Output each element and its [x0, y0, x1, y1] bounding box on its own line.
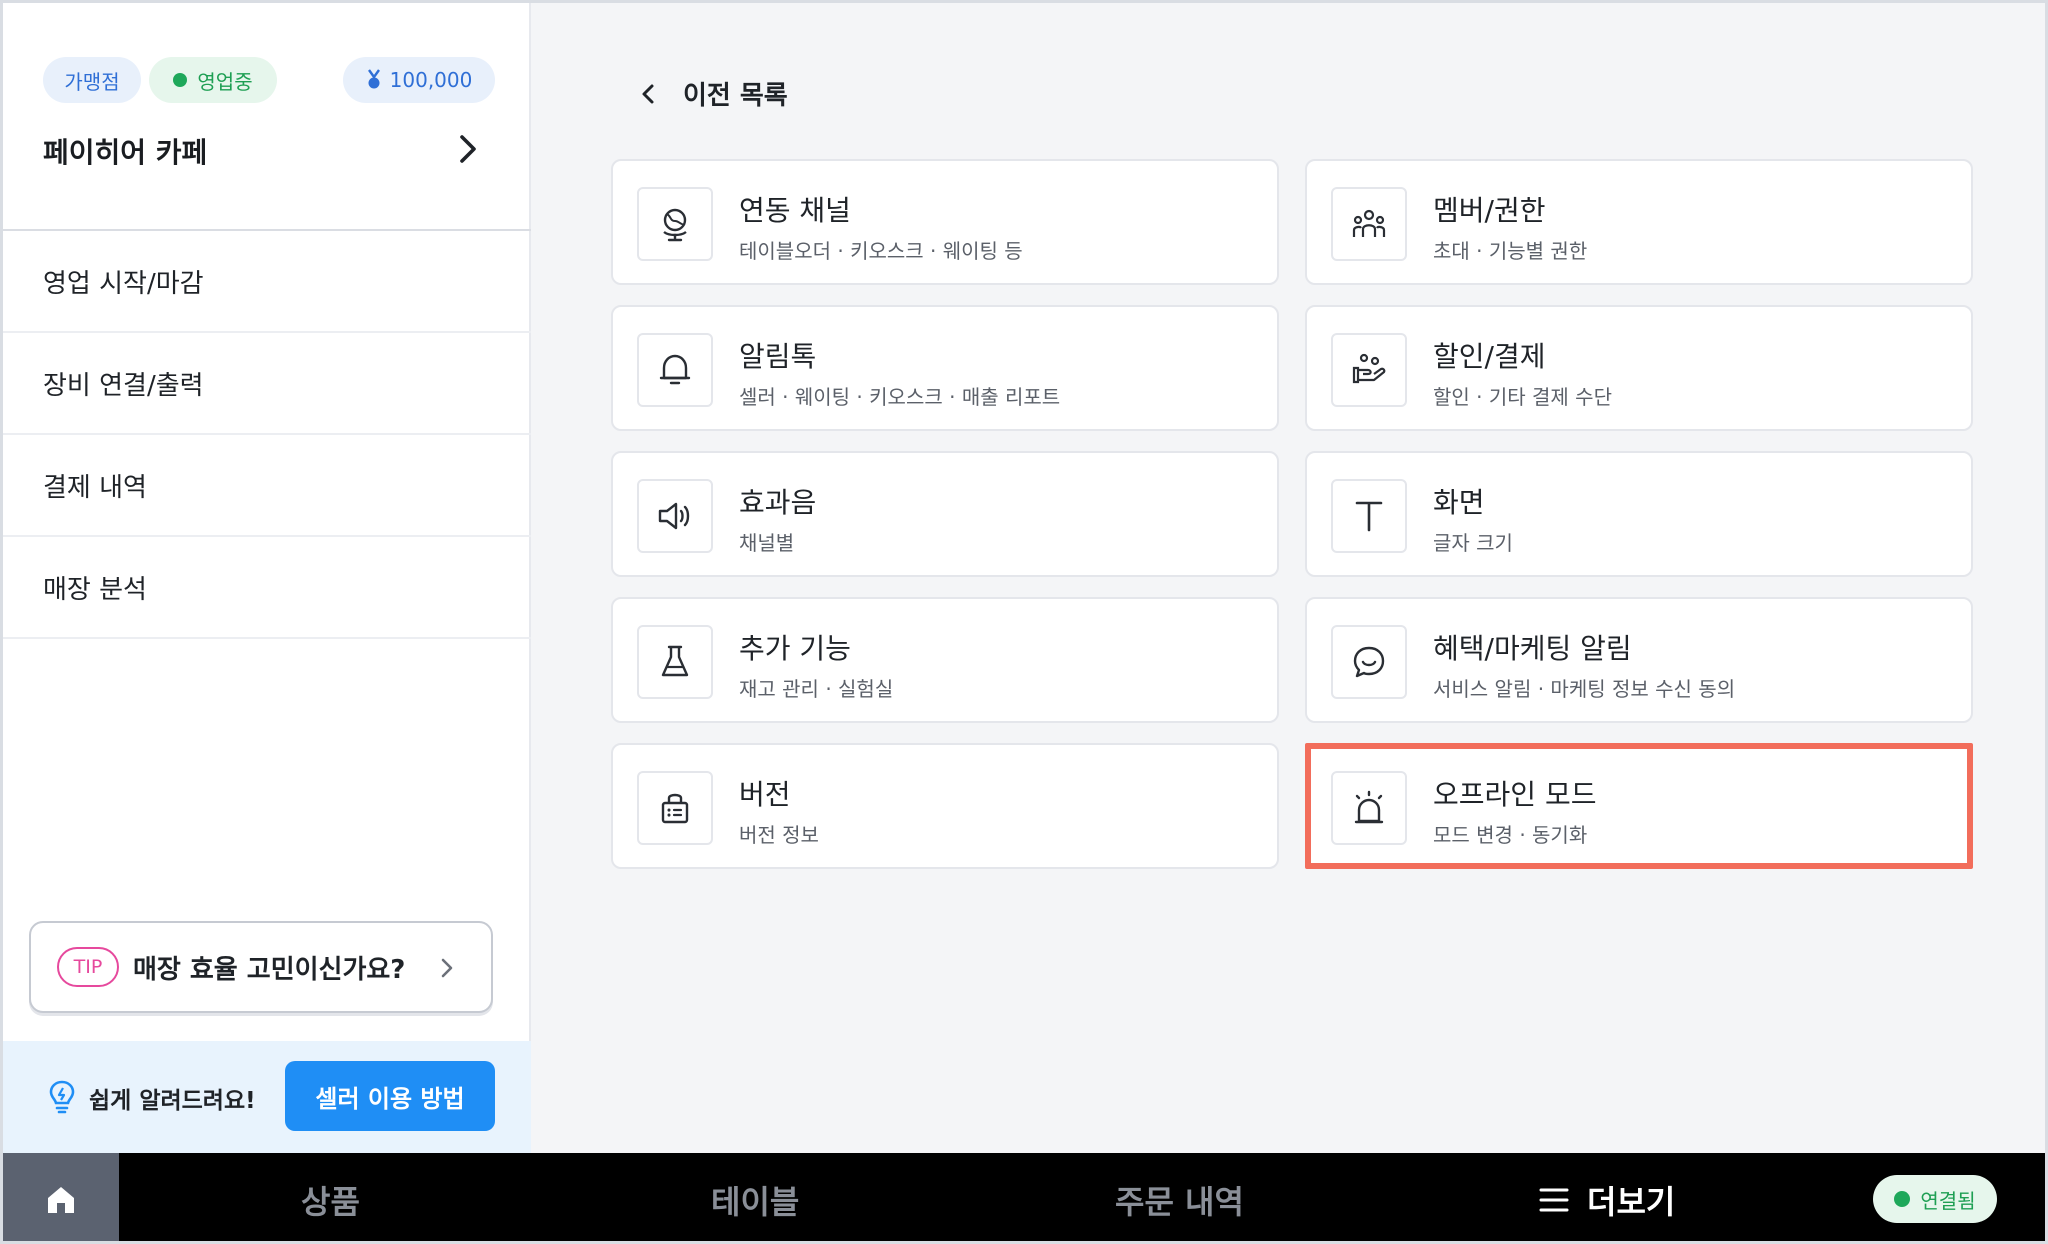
tab-label: 주문 내역 — [1115, 1183, 1244, 1221]
settings-card-extra-features[interactable]: 추가 기능 재고 관리 · 실험실 — [611, 597, 1279, 723]
tab-more[interactable]: 더보기 — [1539, 1153, 1676, 1241]
app-window: 가맹점 영업중 100,000 페이히어 카페 영업 시작/마감 장비 연결/출… — [0, 0, 2048, 1244]
globe-icon — [637, 187, 713, 261]
seller-guide-button[interactable]: 셀러 이용 방법 — [285, 1061, 495, 1131]
status-badge-label: 영업중 — [197, 69, 253, 94]
card-title: 효과음 — [739, 486, 817, 519]
tab-products[interactable]: 상품 — [301, 1153, 360, 1241]
settings-card-alimtalk[interactable]: 알림톡 셀러 · 웨이팅 · 키오스크 · 매출 리포트 — [611, 305, 1279, 431]
card-title: 알림톡 — [739, 340, 817, 373]
card-title: 할인/결제 — [1433, 340, 1546, 373]
back-button[interactable]: 이전 목록 — [639, 75, 788, 112]
card-title: 추가 기능 — [739, 632, 851, 665]
flask-icon — [637, 625, 713, 699]
medal-icon — [367, 69, 380, 89]
tab-orders[interactable]: 주문 내역 — [1115, 1153, 1244, 1241]
card-subtitle: 초대 · 기능별 권한 — [1433, 239, 1588, 263]
franchise-badge-label: 가맹점 — [64, 69, 120, 94]
settings-panel: 이전 목록 연동 채널 테이블오더 · 키오스크 · 웨이팅 등 멤버/권한 초… — [531, 3, 2045, 1153]
sidebar-item-devices[interactable]: 장비 연결/출력 — [3, 333, 531, 435]
tip-text: 매장 효율 고민이신가요? — [133, 954, 406, 985]
points-badge[interactable]: 100,000 — [343, 57, 495, 103]
tab-label: 상품 — [301, 1183, 360, 1221]
settings-card-marketing[interactable]: 혜택/마케팅 알림 서비스 알림 · 마케팅 정보 수신 동의 — [1305, 597, 1973, 723]
sidebar-item-label: 결제 내역 — [43, 472, 147, 503]
tab-label: 더보기 — [1587, 1183, 1676, 1221]
points-badge-label: 100,000 — [389, 68, 473, 92]
settings-card-sound[interactable]: 효과음 채널별 — [611, 451, 1279, 577]
card-subtitle: 할인 · 기타 결제 수단 — [1433, 385, 1612, 409]
card-subtitle: 글자 크기 — [1433, 531, 1513, 555]
settings-card-discount[interactable]: 할인/결제 할인 · 기타 결제 수단 — [1305, 305, 1973, 431]
members-icon — [1331, 187, 1407, 261]
home-button[interactable] — [3, 1153, 119, 1241]
card-subtitle: 재고 관리 · 실험실 — [739, 677, 894, 701]
siren-icon — [1331, 771, 1407, 845]
lightbulb-icon — [49, 1080, 75, 1114]
connection-status-badge: 연결됨 — [1873, 1175, 1997, 1223]
bell-icon — [637, 333, 713, 407]
card-title: 오프라인 모드 — [1433, 778, 1597, 811]
status-dot-icon — [173, 73, 188, 87]
card-title: 혜택/마케팅 알림 — [1433, 632, 1632, 665]
tip-badge: TIP — [57, 947, 119, 987]
settings-card-channels[interactable]: 연동 채널 테이블오더 · 키오스크 · 웨이팅 등 — [611, 159, 1279, 285]
card-title: 화면 — [1433, 486, 1485, 519]
help-text: 쉽게 알려드려요! — [89, 1088, 256, 1114]
chat-smile-icon — [1331, 625, 1407, 699]
sidebar: 가맹점 영업중 100,000 페이히어 카페 영업 시작/마감 장비 연결/출… — [3, 3, 531, 1153]
chevron-left-icon — [642, 84, 654, 103]
card-subtitle: 서비스 알림 · 마케팅 정보 수신 동의 — [1433, 677, 1736, 701]
sidebar-item-label: 장비 연결/출력 — [43, 370, 204, 401]
status-badge: 영업중 — [149, 57, 277, 103]
card-title: 버전 — [739, 778, 791, 811]
home-icon — [48, 1187, 74, 1213]
bag-icon — [637, 771, 713, 845]
text-icon — [1331, 479, 1407, 553]
card-title: 멤버/권한 — [1433, 194, 1546, 227]
card-subtitle: 채널별 — [739, 531, 795, 555]
tab-label: 테이블 — [711, 1183, 800, 1221]
settings-card-version[interactable]: 버전 버전 정보 — [611, 743, 1279, 869]
sidebar-item-label: 영업 시작/마감 — [43, 268, 204, 299]
back-label: 이전 목록 — [683, 81, 788, 111]
bottom-nav: 상품 테이블 주문 내역 더보기 연결됨 — [3, 1153, 2045, 1241]
settings-card-members[interactable]: 멤버/권한 초대 · 기능별 권한 — [1305, 159, 1973, 285]
card-title: 연동 채널 — [739, 194, 851, 227]
card-subtitle: 테이블오더 · 키오스크 · 웨이팅 등 — [739, 239, 1023, 263]
status-dot-icon — [1894, 1191, 1911, 1207]
store-name[interactable]: 페이히어 카페 — [43, 131, 207, 171]
franchise-badge: 가맹점 — [43, 57, 141, 103]
settings-card-offline-mode[interactable]: 오프라인 모드 모드 변경 · 동기화 — [1305, 743, 1973, 869]
hamburger-menu-icon — [1539, 1188, 1569, 1212]
tip-banner[interactable]: TIP 매장 효율 고민이신가요? — [29, 921, 493, 1013]
help-bar: 쉽게 알려드려요! 셀러 이용 방법 — [3, 1041, 531, 1153]
sidebar-item-analytics[interactable]: 매장 분석 — [3, 537, 531, 639]
speaker-icon — [637, 479, 713, 553]
sidebar-item-open-close[interactable]: 영업 시작/마감 — [3, 231, 531, 333]
card-subtitle: 버전 정보 — [739, 823, 819, 847]
hand-coins-icon — [1331, 333, 1407, 407]
card-subtitle: 셀러 · 웨이팅 · 키오스크 · 매출 리포트 — [739, 385, 1061, 409]
tab-tables[interactable]: 테이블 — [711, 1153, 800, 1241]
sidebar-item-payments[interactable]: 결제 내역 — [3, 435, 531, 537]
sidebar-item-label: 매장 분석 — [43, 574, 147, 605]
settings-card-display[interactable]: 화면 글자 크기 — [1305, 451, 1973, 577]
connection-status-label: 연결됨 — [1920, 1188, 1976, 1213]
card-subtitle: 모드 변경 · 동기화 — [1433, 823, 1588, 847]
chevron-right-icon — [441, 958, 453, 978]
chevron-right-icon[interactable] — [451, 129, 485, 169]
